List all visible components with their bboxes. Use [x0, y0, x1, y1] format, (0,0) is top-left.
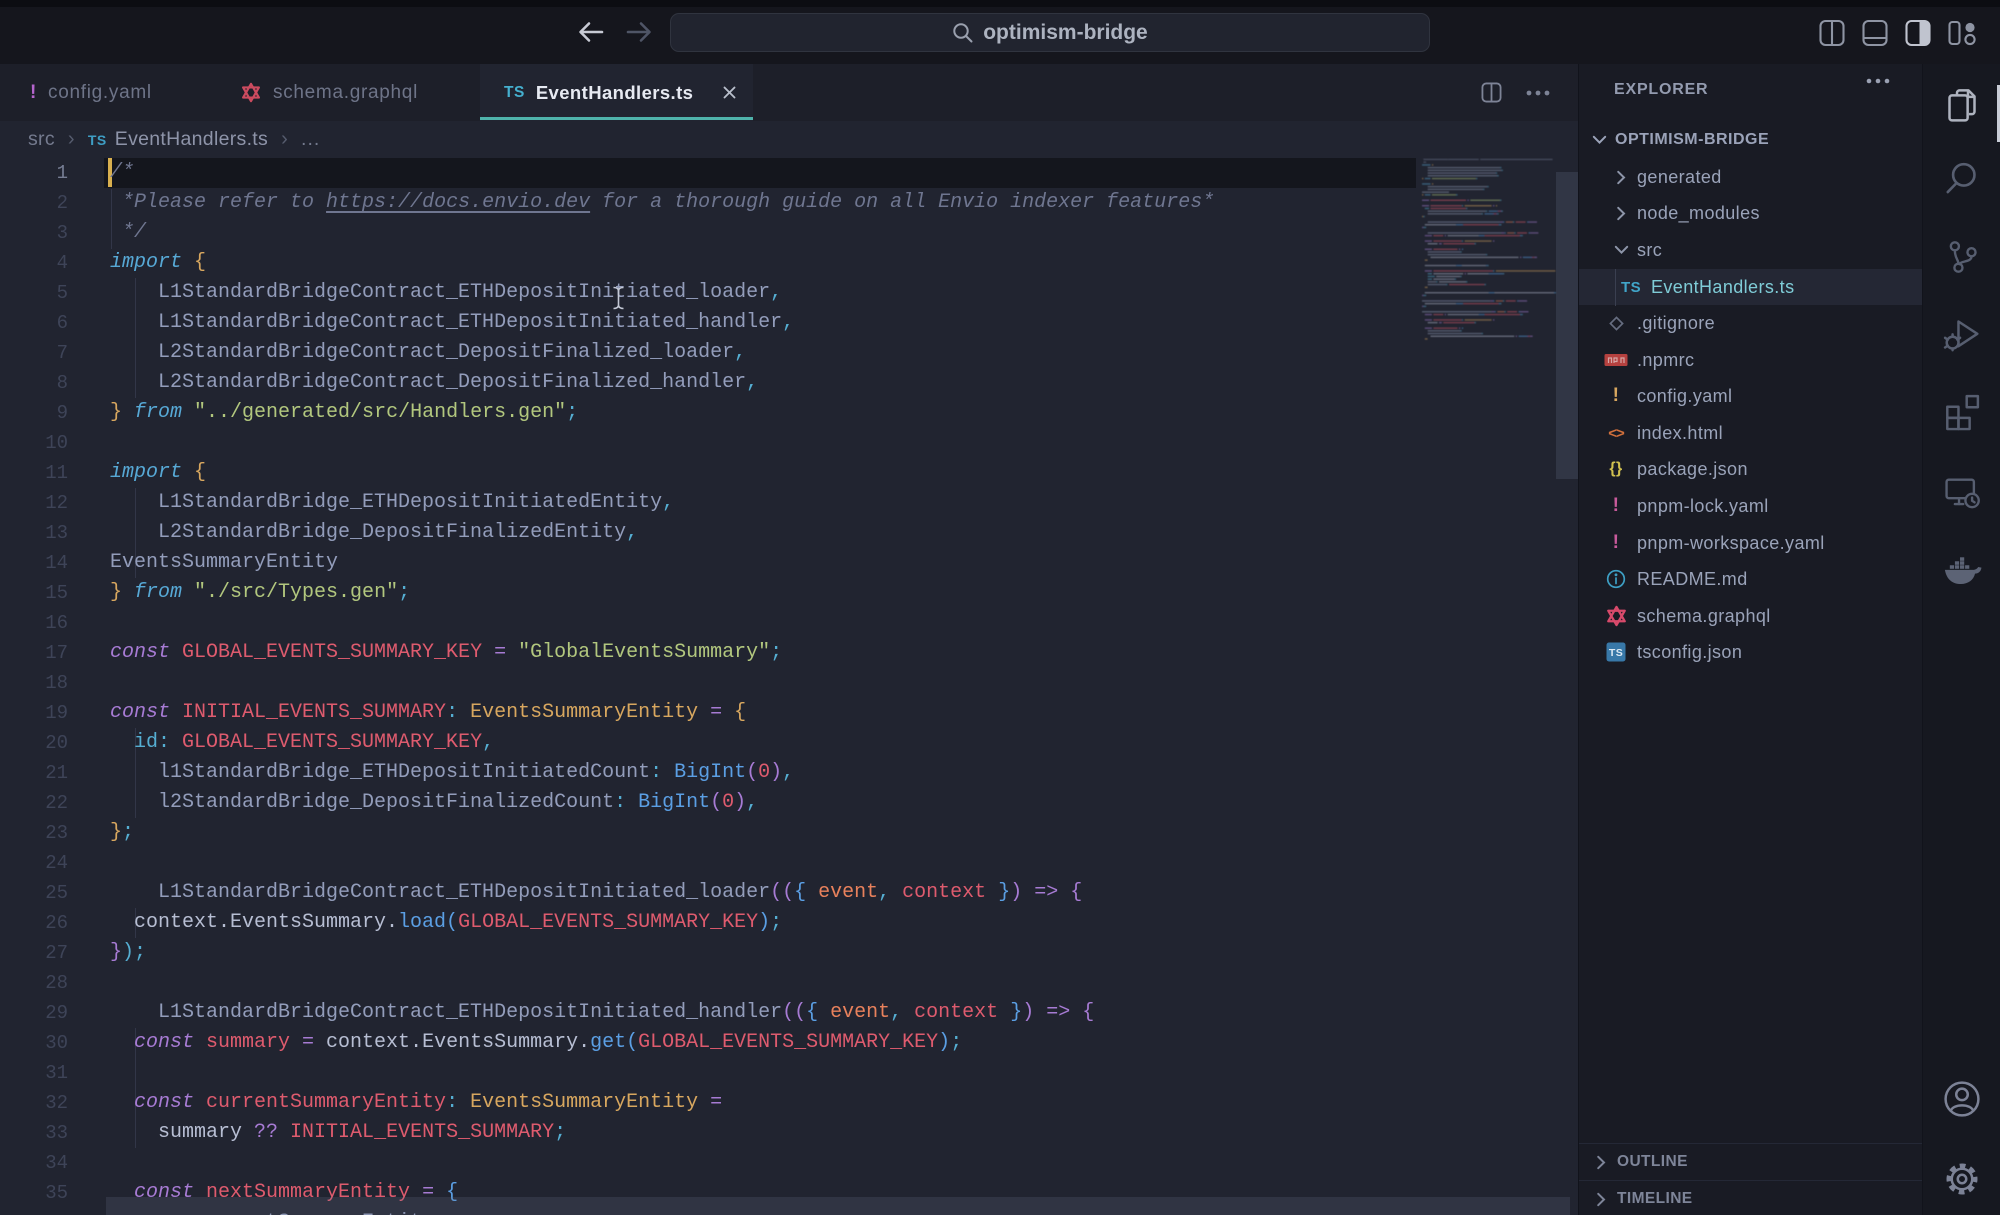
svg-text:TS: TS: [1609, 647, 1623, 659]
